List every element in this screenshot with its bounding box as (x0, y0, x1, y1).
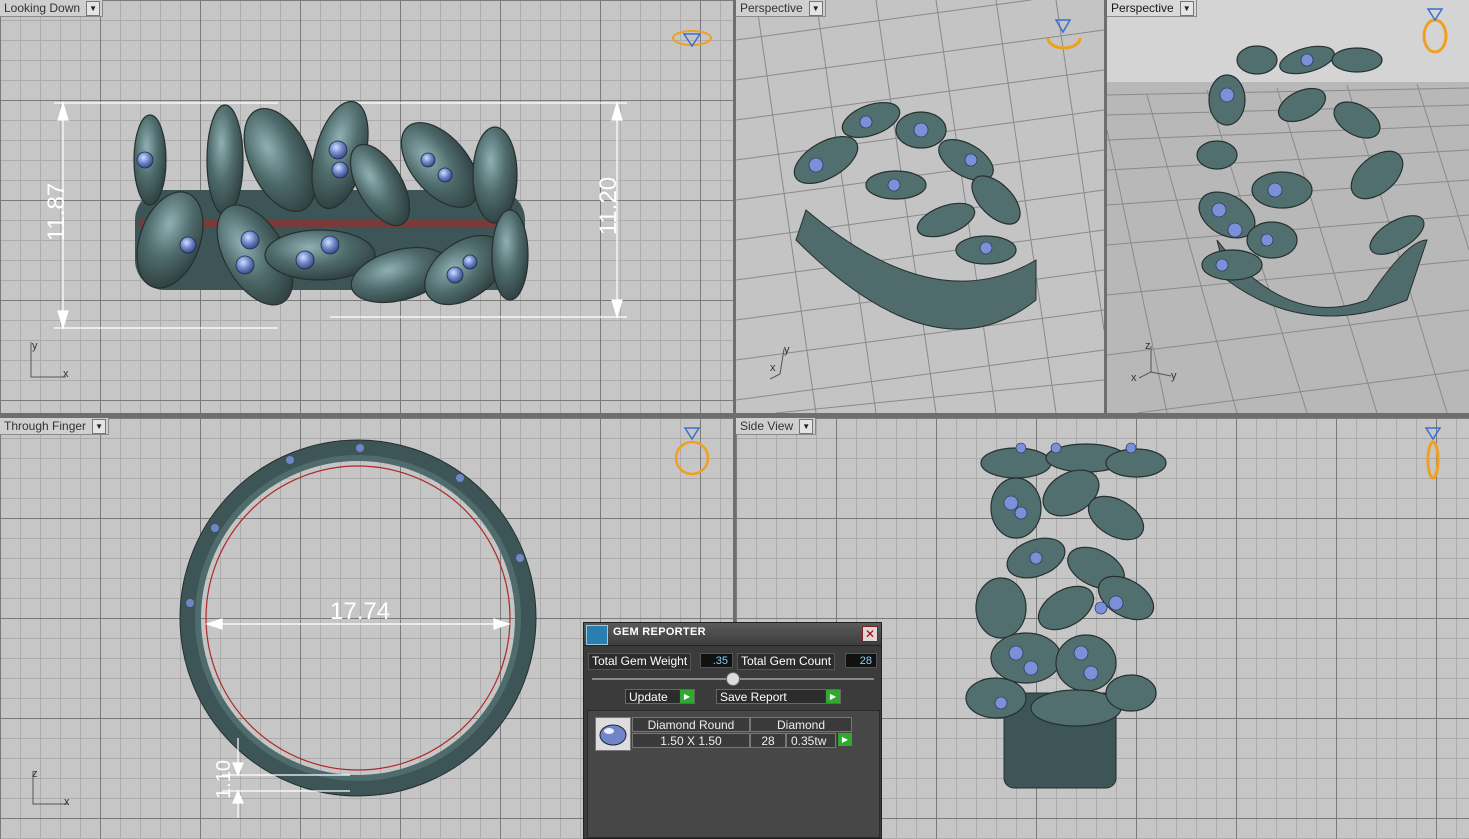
viewport-tab-perspective-1[interactable]: Perspective ▼ (736, 0, 826, 17)
gem-reporter-app-icon (586, 625, 608, 645)
gem-size-cell: 1.50 X 1.50 (632, 733, 750, 748)
go-arrow-icon: ▶ (837, 733, 852, 746)
gem-reporter-titlebar[interactable]: GEM REPORTER ✕ (584, 623, 881, 646)
viewport-tab-looking-down[interactable]: Looking Down ▼ (0, 0, 104, 17)
diamond-gizmo-icon[interactable] (1418, 424, 1448, 486)
axis-indicator: y x (28, 340, 78, 385)
gem-reporter-title: GEM REPORTER (613, 626, 706, 638)
diamond-gizmo-icon[interactable] (670, 26, 714, 50)
save-report-button-label: Save Report (720, 690, 787, 704)
total-gem-count-value: 28 (845, 653, 877, 668)
diamond-gizmo-icon[interactable] (1419, 6, 1451, 58)
axis-z-label: z (1145, 340, 1151, 352)
gem-count-cell: 28 (750, 733, 786, 748)
axis-x-label: x (770, 362, 776, 374)
gem-material-cell: Diamond (750, 717, 852, 732)
thickness-dimension: 1.10 (212, 760, 235, 799)
axis-y-label: y (1171, 370, 1177, 382)
diamond-gizmo-icon[interactable] (670, 424, 714, 476)
viewport-tab-perspective-2[interactable]: Perspective ▼ (1107, 0, 1197, 17)
gem-weight-cell: 0.35tw (786, 733, 836, 748)
gem-icon (595, 717, 631, 751)
update-button[interactable]: Update ▶ (625, 689, 695, 704)
viewport-tab-through-finger[interactable]: Through Finger ▼ (0, 418, 110, 435)
total-gem-weight-value: .35 (700, 653, 733, 668)
viewport-perspective-1[interactable]: y x Perspective ▼ (736, 0, 1104, 413)
inner-diameter-dimension: 17.74 (330, 598, 391, 625)
gem-list: Diamond Round 1.50 X 1.50 Diamond 28 0.3… (587, 710, 880, 838)
dropdown-arrow-icon[interactable]: ▼ (86, 1, 101, 16)
axis-indicator: z x y (1131, 340, 1181, 385)
viewport-label: Looking Down (4, 1, 81, 15)
axis-x-label: x (1131, 372, 1137, 384)
total-gem-count-label: Total Gem Count (737, 653, 836, 670)
gem-row-go-button[interactable]: ▶ (836, 733, 852, 748)
axis-indicator: y x (770, 344, 810, 384)
save-report-button[interactable]: Save Report ▶ (716, 689, 841, 704)
axis-z-label: z (32, 768, 38, 780)
diamond-gizmo-icon[interactable] (1042, 14, 1086, 54)
axis-x-label: x (63, 368, 69, 380)
axis-y-label: y (32, 340, 38, 352)
gem-type-cell: Diamond Round (632, 717, 750, 732)
dropdown-arrow-icon[interactable]: ▼ (808, 1, 823, 16)
viewport-tab-side-view[interactable]: Side View ▼ (736, 418, 817, 435)
dropdown-arrow-icon[interactable]: ▼ (92, 419, 107, 434)
height-dimension-right: 11.20 (595, 176, 623, 236)
go-arrow-icon: ▶ (679, 690, 694, 703)
total-gem-weight-label: Total Gem Weight (588, 653, 692, 670)
height-dimension-left: 11.87 (43, 182, 71, 242)
axis-x-label: x (64, 796, 70, 808)
size-slider-handle[interactable] (726, 672, 740, 686)
viewport-label: Perspective (740, 1, 803, 15)
axis-indicator: z x (28, 768, 78, 813)
update-button-label: Update (629, 690, 668, 704)
close-icon[interactable]: ✕ (862, 626, 878, 642)
viewport-label: Through Finger (4, 419, 87, 433)
viewport-perspective-2[interactable]: z x y Perspective ▼ (1107, 0, 1469, 413)
dropdown-arrow-icon[interactable]: ▼ (1179, 1, 1194, 16)
viewport-looking-down[interactable]: 11.87 11.20 y x Looking Down ▼ (0, 0, 733, 413)
gem-reporter-window[interactable]: GEM REPORTER ✕ Total Gem Weight .35 Tota… (583, 622, 882, 839)
go-arrow-icon: ▶ (825, 690, 840, 703)
viewport-label: Side View (740, 419, 794, 433)
viewport-label: Perspective (1111, 1, 1174, 15)
axis-y-label: y (784, 344, 790, 356)
dropdown-arrow-icon[interactable]: ▼ (799, 419, 814, 434)
